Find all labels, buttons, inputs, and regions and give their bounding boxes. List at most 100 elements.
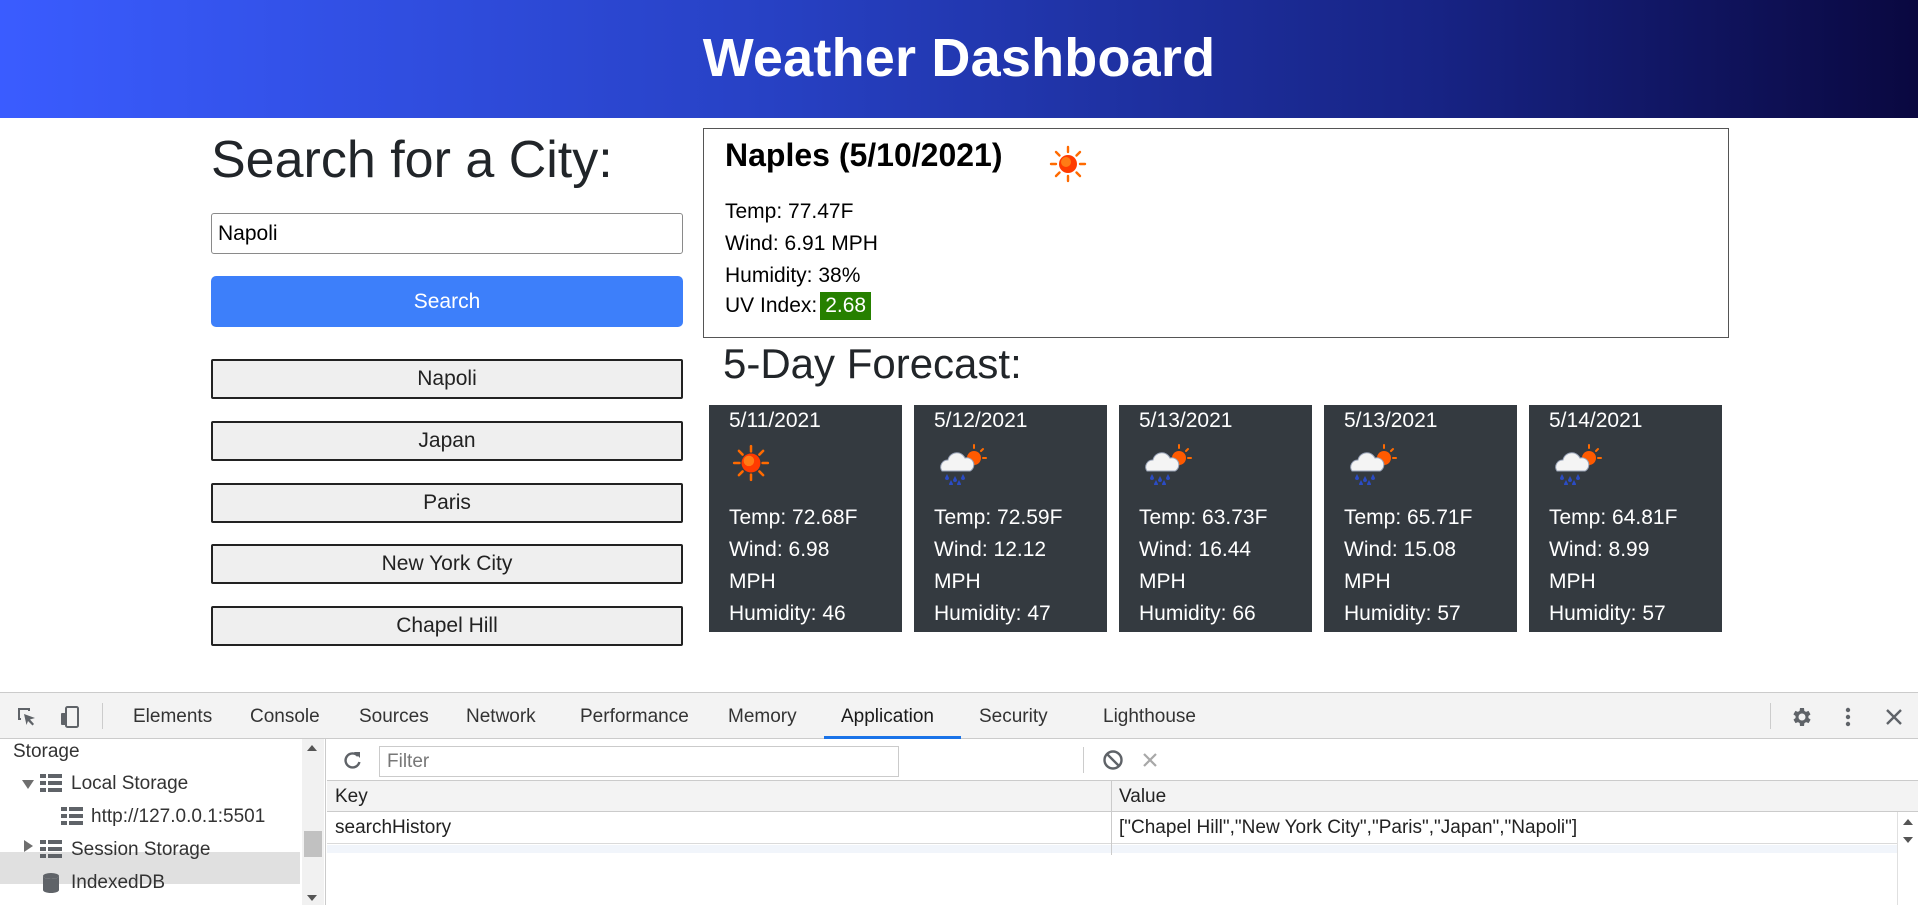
expand-triangle-icon[interactable] [22, 780, 34, 789]
tab-application[interactable]: Application [841, 706, 934, 728]
forecast-date: 5/13/2021 [1344, 409, 1438, 432]
collapse-triangle-icon[interactable] [24, 840, 33, 852]
tab-elements[interactable]: Elements [133, 706, 212, 728]
application-sidebar: Storage Local Storage http://127.0.0.1:5… [0, 739, 326, 905]
row-key: searchHistory [335, 817, 452, 838]
tab-console[interactable]: Console [250, 706, 320, 728]
forecast-card: 5/12/2021 Temp: 72.59F Wind: 12.12 MPH H… [914, 405, 1107, 632]
forecast-humidity: Humidity: 66 [1139, 602, 1256, 625]
current-temp: Temp: 77.47F [725, 200, 854, 223]
forecast-date: 5/11/2021 [729, 409, 821, 432]
forecast-temp: Temp: 63.73F [1139, 506, 1268, 529]
forecast-wind-unit: MPH [934, 570, 981, 593]
rain-sun-icon [1141, 443, 1197, 490]
history-button-new-york-city[interactable]: New York City [211, 544, 683, 584]
history-button-chapel-hill[interactable]: Chapel Hill [211, 606, 683, 646]
scroll-down-icon[interactable] [1903, 837, 1913, 843]
sidebar-item-origin[interactable]: http://127.0.0.1:5501 [91, 806, 265, 828]
forecast-heading: 5-Day Forecast: [723, 340, 1022, 387]
rain-sun-icon [1346, 443, 1402, 490]
current-city-title: Naples (5/10/2021) [725, 137, 1003, 173]
inspect-element-icon[interactable] [13, 703, 41, 731]
forecast-humidity: Humidity: 57 [1549, 602, 1666, 625]
tab-security[interactable]: Security [979, 706, 1048, 728]
forecast-card: 5/14/2021 Temp: 64.81F Wind: 8.99 MPH Hu… [1529, 405, 1722, 632]
storage-table-panel: Key Value searchHistory ["Chapel Hill","… [327, 739, 1918, 905]
more-options-icon[interactable] [1834, 703, 1862, 731]
close-devtools-icon[interactable] [1880, 703, 1908, 731]
delete-selected-icon[interactable] [1136, 746, 1164, 774]
settings-gear-icon[interactable] [1787, 703, 1815, 731]
current-weather-card: Naples (5/10/2021) Temp: 77.47F Wind: 6.… [703, 128, 1729, 338]
database-icon [42, 872, 60, 900]
forecast-wind: Wind: 15.08 [1344, 538, 1457, 561]
sidebar-scroll-thumb[interactable] [304, 831, 322, 857]
forecast-card: 5/11/2021 Temp: 72.68F Wind: 6.98 MPH Hu… [709, 405, 902, 632]
sidebar-item-indexeddb[interactable]: IndexedDB [71, 872, 165, 894]
forecast-wind-unit: MPH [729, 570, 776, 593]
tab-memory[interactable]: Memory [728, 706, 797, 728]
tab-sources[interactable]: Sources [359, 706, 429, 728]
forecast-temp: Temp: 72.68F [729, 506, 858, 529]
forecast-wind: Wind: 6.98 [729, 538, 830, 561]
forecast-date: 5/12/2021 [934, 409, 1028, 432]
column-header-key[interactable]: Key [335, 786, 368, 808]
forecast-card: 5/13/2021 Temp: 65.71F Wind: 15.08 MPH H… [1324, 405, 1517, 632]
forecast-temp: Temp: 64.81F [1549, 506, 1678, 529]
scroll-up-icon[interactable] [1903, 819, 1913, 825]
toolbar-divider [102, 703, 103, 729]
table-row[interactable]: searchHistory ["Chapel Hill","New York C… [327, 812, 1918, 844]
table-scrollbar[interactable] [1897, 812, 1918, 905]
row-value: ["Chapel Hill","New York City","Paris","… [1119, 817, 1578, 838]
history-button-napoli[interactable]: Napoli [211, 359, 683, 399]
current-humidity: Humidity: 38% [725, 264, 861, 287]
sun-icon [731, 443, 771, 488]
current-uv: UV Index: 2.68 [725, 292, 872, 320]
scroll-down-icon[interactable] [307, 895, 317, 901]
forecast-wind: Wind: 8.99 [1549, 538, 1650, 561]
scroll-up-icon[interactable] [307, 745, 317, 751]
history-button-paris[interactable]: Paris [211, 483, 683, 523]
forecast-wind: Wind: 16.44 [1139, 538, 1252, 561]
forecast-temp: Temp: 72.59F [934, 506, 1063, 529]
search-button[interactable]: Search [211, 276, 683, 327]
current-wind: Wind: 6.91 MPH [725, 232, 878, 255]
city-search-input[interactable] [211, 213, 683, 254]
history-button-japan[interactable]: Japan [211, 421, 683, 461]
sidebar-item-session-storage[interactable]: Session Storage [71, 839, 210, 861]
forecast-humidity: Humidity: 46 [729, 602, 846, 625]
tab-performance[interactable]: Performance [580, 706, 689, 728]
column-header-value[interactable]: Value [1119, 786, 1166, 808]
devtools-tabbar: Elements Console Sources Network Perform… [0, 693, 1918, 739]
origin-storage-icon [61, 806, 83, 832]
session-storage-icon [40, 839, 62, 865]
column-divider [1111, 781, 1112, 855]
search-heading: Search for a City: [211, 131, 613, 189]
clear-all-icon[interactable] [1099, 746, 1127, 774]
table-header: Key Value [327, 781, 1918, 812]
forecast-wind-unit: MPH [1549, 570, 1596, 593]
forecast-date: 5/13/2021 [1139, 409, 1233, 432]
local-storage-icon [40, 773, 62, 799]
page-header: Weather Dashboard [0, 0, 1918, 118]
uv-badge: 2.68 [820, 292, 872, 320]
forecast-card: 5/13/2021 Temp: 63.73F Wind: 16.44 MPH H… [1119, 405, 1312, 632]
sidebar-scrollbar[interactable] [302, 739, 324, 905]
sidebar-item-local-storage[interactable]: Local Storage [71, 773, 188, 795]
uv-label: UV Index: [725, 294, 818, 317]
tab-lighthouse[interactable]: Lighthouse [1103, 706, 1196, 728]
forecast-temp: Temp: 65.71F [1344, 506, 1473, 529]
sidebar-section-storage: Storage [13, 741, 80, 762]
page-title: Weather Dashboard [702, 28, 1216, 88]
storage-toolbar [327, 739, 1918, 781]
toolbar-divider [1083, 747, 1084, 773]
device-toolbar-icon[interactable] [56, 703, 84, 731]
tab-network[interactable]: Network [466, 706, 536, 728]
sun-icon [1049, 145, 1087, 188]
forecast-wind-unit: MPH [1139, 570, 1186, 593]
forecast-date: 5/14/2021 [1549, 409, 1643, 432]
filter-input[interactable] [379, 746, 899, 777]
rain-sun-icon [1551, 443, 1607, 490]
refresh-icon[interactable] [338, 746, 366, 774]
forecast-humidity: Humidity: 57 [1344, 602, 1461, 625]
